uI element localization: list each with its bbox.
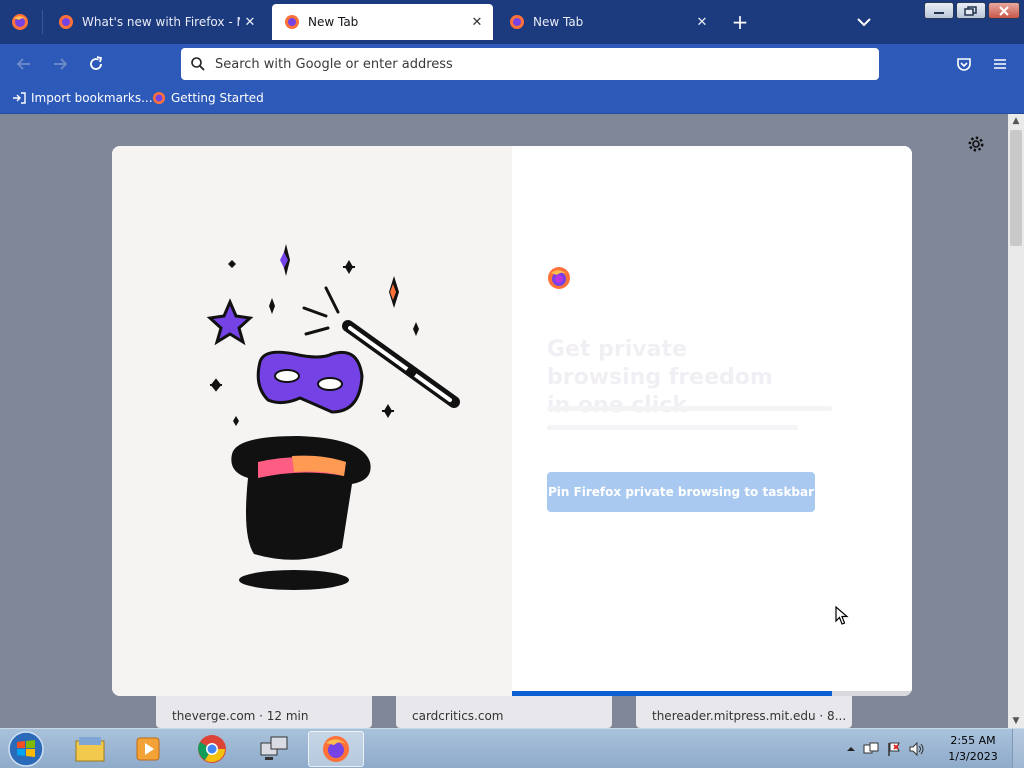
taskbar-explorer[interactable] — [62, 731, 118, 767]
chevron-down-icon[interactable] — [854, 13, 874, 31]
system-tray — [846, 729, 926, 768]
mouse-cursor-icon — [835, 606, 849, 625]
scroll-down-arrow-icon[interactable]: ▼ — [1008, 714, 1024, 728]
hamburger-menu-icon[interactable] — [990, 54, 1010, 74]
firefox-icon — [323, 736, 349, 762]
firefox-icon[interactable] — [11, 13, 29, 31]
bookmark-import[interactable]: Import bookmarks... — [12, 91, 153, 105]
firefox-logo-icon — [548, 267, 570, 289]
top-site-tile[interactable]: thereader.mitpress.mit.edu · 8... — [636, 696, 852, 728]
minimize-button[interactable] — [924, 2, 954, 19]
volume-icon[interactable] — [908, 741, 926, 757]
close-icon — [999, 5, 1009, 16]
pocket-icon[interactable] — [954, 54, 974, 74]
bookmark-label: Import bookmarks... — [31, 91, 153, 105]
search-icon — [191, 57, 205, 71]
top-site-tile[interactable]: theverge.com · 12 min — [156, 696, 372, 728]
show-desktop-button[interactable] — [1012, 729, 1024, 768]
forward-arrow-icon[interactable] — [50, 54, 70, 74]
clock-date: 1/3/2023 — [948, 750, 998, 763]
progress-fill — [512, 691, 832, 696]
firefox-icon — [59, 15, 73, 29]
restore-button[interactable] — [956, 2, 986, 19]
bookmark-label: Getting Started — [171, 91, 264, 105]
content-panel: Get private browsing freedom in one clic… — [512, 146, 912, 696]
close-tab-icon[interactable]: ✕ — [467, 15, 487, 30]
taskbar-remote-desktop[interactable] — [246, 731, 302, 767]
show-hidden-icons-icon[interactable] — [846, 744, 856, 754]
taskbar-firefox[interactable] — [308, 731, 364, 767]
search-input[interactable] — [215, 56, 855, 72]
tab-whats-new[interactable]: What's new with Firefox - More ✕ — [46, 4, 266, 40]
bookmarks-toolbar: Import bookmarks... Getting Started — [0, 84, 1024, 114]
firefox-icon — [510, 15, 524, 29]
address-bar[interactable] — [181, 48, 879, 80]
windows-start-icon[interactable] — [6, 730, 46, 768]
taskbar-media-player[interactable] — [120, 731, 176, 767]
top-site-tile[interactable]: cardcritics.com — [396, 696, 612, 728]
new-tab-button[interactable]: + — [729, 11, 751, 33]
media-player-icon — [136, 737, 160, 761]
computer-icon — [260, 736, 288, 760]
dialog-subtext-placeholder — [547, 406, 832, 436]
folder-icon — [75, 737, 105, 762]
tab-title: New Tab — [308, 15, 359, 29]
onboarding-progress-bar — [512, 691, 912, 696]
back-arrow-icon[interactable] — [14, 54, 34, 74]
clock-time: 2:55 AM — [950, 734, 996, 747]
scroll-up-arrow-icon[interactable]: ▲ — [1008, 114, 1024, 128]
close-tab-icon[interactable]: ✕ — [692, 15, 712, 30]
private-browsing-onboarding-dialog: Get private browsing freedom in one clic… — [112, 146, 912, 696]
tab-new-tab-active[interactable]: New Tab ✕ — [272, 4, 493, 40]
windows-taskbar: 2:55 AM 1/3/2023 — [0, 728, 1024, 768]
window-controls — [924, 2, 1020, 19]
firefox-icon — [285, 15, 299, 29]
close-tab-icon[interactable]: ✕ — [240, 15, 260, 30]
chrome-icon — [198, 735, 226, 763]
scroll-thumb[interactable] — [1010, 130, 1022, 246]
tab-separator — [42, 10, 43, 34]
firefox-icon — [153, 92, 165, 104]
close-window-button[interactable] — [988, 2, 1020, 19]
action-center-flag-icon[interactable] — [886, 741, 902, 757]
tab-title: New Tab — [533, 15, 584, 29]
pin-to-taskbar-button[interactable]: Pin Firefox private browsing to taskbar — [547, 472, 815, 512]
taskbar-chrome[interactable] — [184, 731, 240, 767]
illustration-panel — [112, 146, 512, 696]
page-scrollbar[interactable]: ▲ ▼ — [1008, 114, 1024, 728]
gear-icon[interactable] — [967, 135, 985, 153]
import-icon — [13, 92, 26, 104]
network-icon[interactable] — [862, 741, 880, 757]
taskbar-clock[interactable]: 2:55 AM 1/3/2023 — [946, 733, 1000, 765]
reload-icon[interactable] — [86, 54, 106, 74]
restore-icon — [964, 5, 977, 16]
tab-new-tab[interactable]: New Tab ✕ — [497, 4, 718, 40]
magic-hat-illustration — [206, 244, 460, 590]
bookmark-getting-started[interactable]: Getting Started — [152, 91, 264, 105]
tab-strip: What's new with Firefox - More ✕ New Tab… — [0, 0, 1024, 44]
navigation-toolbar — [0, 44, 1024, 84]
minimize-icon — [934, 11, 944, 14]
tab-title: What's new with Firefox - More — [82, 15, 240, 29]
